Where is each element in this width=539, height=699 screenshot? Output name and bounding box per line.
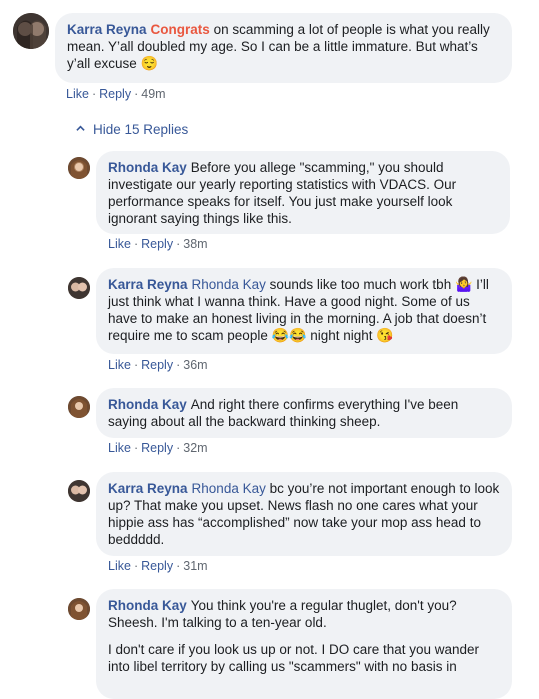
timestamp[interactable]: 49m [141, 87, 165, 101]
reply-button[interactable]: Reply [141, 237, 173, 251]
reply-bubble: Karra Reyna Rhonda Kay sounds like too mu… [96, 268, 512, 354]
chevron-up-icon [76, 125, 85, 131]
reply-author[interactable]: Rhonda Kay [108, 160, 187, 175]
relieved-face-emoji: 😌 [140, 55, 158, 71]
reply-text-end: night night [306, 328, 377, 343]
like-button[interactable]: Like [108, 441, 131, 455]
tears-of-joy-emoji: 😂😂 [271, 327, 307, 343]
reply-author[interactable]: Rhonda Kay [108, 397, 187, 412]
mention-link[interactable]: Rhonda Kay [192, 277, 266, 292]
woman-shrugging-emoji: 🤷‍♀️ [454, 276, 473, 292]
timestamp[interactable]: 36m [183, 358, 207, 372]
reply-author[interactable]: Rhonda Kay [108, 598, 187, 613]
reply-author[interactable]: Karra Reyna [108, 481, 188, 496]
comment-bubble: Karra Reyna Congrats on scamming a lot of… [55, 13, 512, 83]
reply-text: sounds like too much work tbh [265, 277, 455, 292]
kiss-face-emoji: 😘 [376, 327, 394, 343]
comment-actions: Like · Reply · 49m [66, 87, 166, 101]
like-button[interactable]: Like [108, 358, 131, 372]
like-button[interactable]: Like [108, 559, 131, 573]
reply-actions: Like · Reply · 38m [108, 237, 208, 251]
reply-actions: Like · Reply · 32m [108, 441, 208, 455]
timestamp[interactable]: 38m [183, 237, 207, 251]
reply-actions: Like · Reply · 36m [108, 358, 208, 372]
avatar-rhonda-kay[interactable] [68, 598, 90, 620]
avatar-rhonda-kay[interactable] [68, 157, 90, 179]
reply-button[interactable]: Reply [141, 559, 173, 573]
avatar-karra-reyna[interactable] [68, 277, 90, 299]
hide-replies-button[interactable]: Hide 15 Replies [76, 122, 188, 137]
avatar-karra-reyna[interactable] [13, 13, 49, 49]
reply-author[interactable]: Karra Reyna [108, 277, 188, 292]
mention-link[interactable]: Rhonda Kay [192, 481, 266, 496]
reply-bubble: Rhonda Kay Before you allege "scamming," … [96, 151, 510, 234]
like-button[interactable]: Like [66, 87, 89, 101]
timestamp[interactable]: 32m [183, 441, 207, 455]
like-button[interactable]: Like [108, 237, 131, 251]
reply-bubble: Rhonda Kay You think you're a regular thu… [96, 589, 512, 699]
comment-author[interactable]: Karra Reyna [67, 22, 147, 37]
reply-button[interactable]: Reply [141, 358, 173, 372]
avatar-rhonda-kay[interactable] [68, 396, 90, 418]
reply-paragraph: I don't care if you look us up or not. I… [108, 642, 480, 674]
hide-replies-label: Hide 15 Replies [93, 122, 189, 137]
reply-actions: Like · Reply · 31m [108, 559, 208, 573]
avatar-karra-reyna[interactable] [68, 480, 90, 502]
highlighted-word: Congrats [150, 22, 210, 37]
timestamp[interactable]: 31m [183, 559, 207, 573]
reply-bubble: Karra Reyna Rhonda Kay bc you’re not impo… [96, 472, 512, 556]
reply-button[interactable]: Reply [99, 87, 131, 101]
reply-paragraph: Rhonda Kay You think you're a regular thu… [108, 597, 500, 631]
reply-bubble: Rhonda Kay And right there confirms every… [96, 388, 512, 438]
reply-button[interactable]: Reply [141, 441, 173, 455]
